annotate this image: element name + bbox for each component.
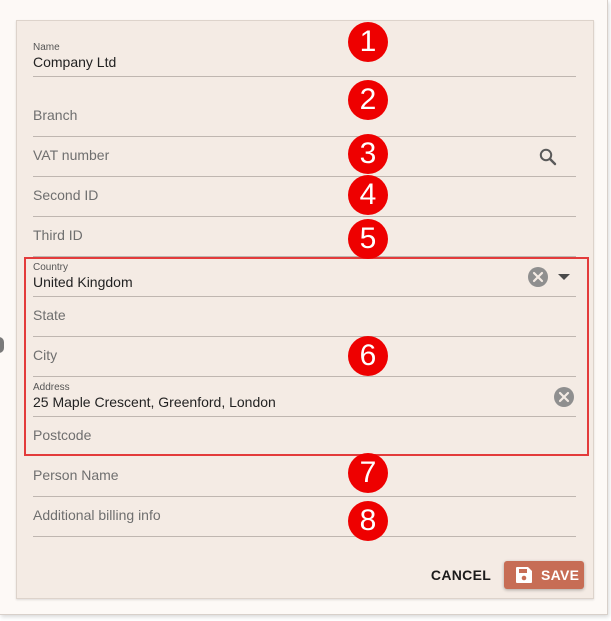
- annotation-badge-4: 4: [348, 175, 388, 215]
- annotation-badge-1: 1: [348, 22, 388, 62]
- branch-field-placeholder: Branch: [33, 107, 78, 123]
- name-field-label: Name: [33, 42, 60, 53]
- address-group-highlight: [24, 257, 589, 456]
- annotation-badge-8: 8: [348, 501, 388, 541]
- third-id-field-placeholder: Third ID: [33, 227, 83, 243]
- annotation-badge-2: 2: [348, 80, 388, 120]
- save-button-label: SAVE: [541, 567, 580, 583]
- name-field-value: Company Ltd: [33, 54, 117, 70]
- floppy-disk-icon: [516, 567, 532, 583]
- person-name-field[interactable]: Person Name: [33, 456, 576, 497]
- third-id-field[interactable]: Third ID: [33, 216, 576, 257]
- annotation-badge-5: 5: [348, 219, 388, 259]
- annotation-badge-7: 7: [348, 453, 388, 493]
- cancel-button[interactable]: CANCEL: [426, 562, 496, 588]
- additional-billing-info-field[interactable]: Additional billing info: [33, 496, 576, 537]
- annotation-badge-3: 3: [348, 134, 388, 174]
- search-icon[interactable]: [538, 147, 558, 167]
- vat-number-field-placeholder: VAT number: [33, 147, 110, 163]
- second-id-field-placeholder: Second ID: [33, 187, 99, 203]
- vat-number-field[interactable]: VAT number: [33, 136, 576, 177]
- save-button[interactable]: SAVE: [504, 561, 584, 589]
- annotation-badge-6: 6: [348, 336, 388, 376]
- person-name-field-placeholder: Person Name: [33, 467, 119, 483]
- additional-billing-info-field-placeholder: Additional billing info: [33, 507, 161, 523]
- second-id-field[interactable]: Second ID: [33, 176, 576, 217]
- name-field[interactable]: Name Company Ltd: [33, 38, 576, 77]
- branch-field[interactable]: Branch: [33, 96, 576, 137]
